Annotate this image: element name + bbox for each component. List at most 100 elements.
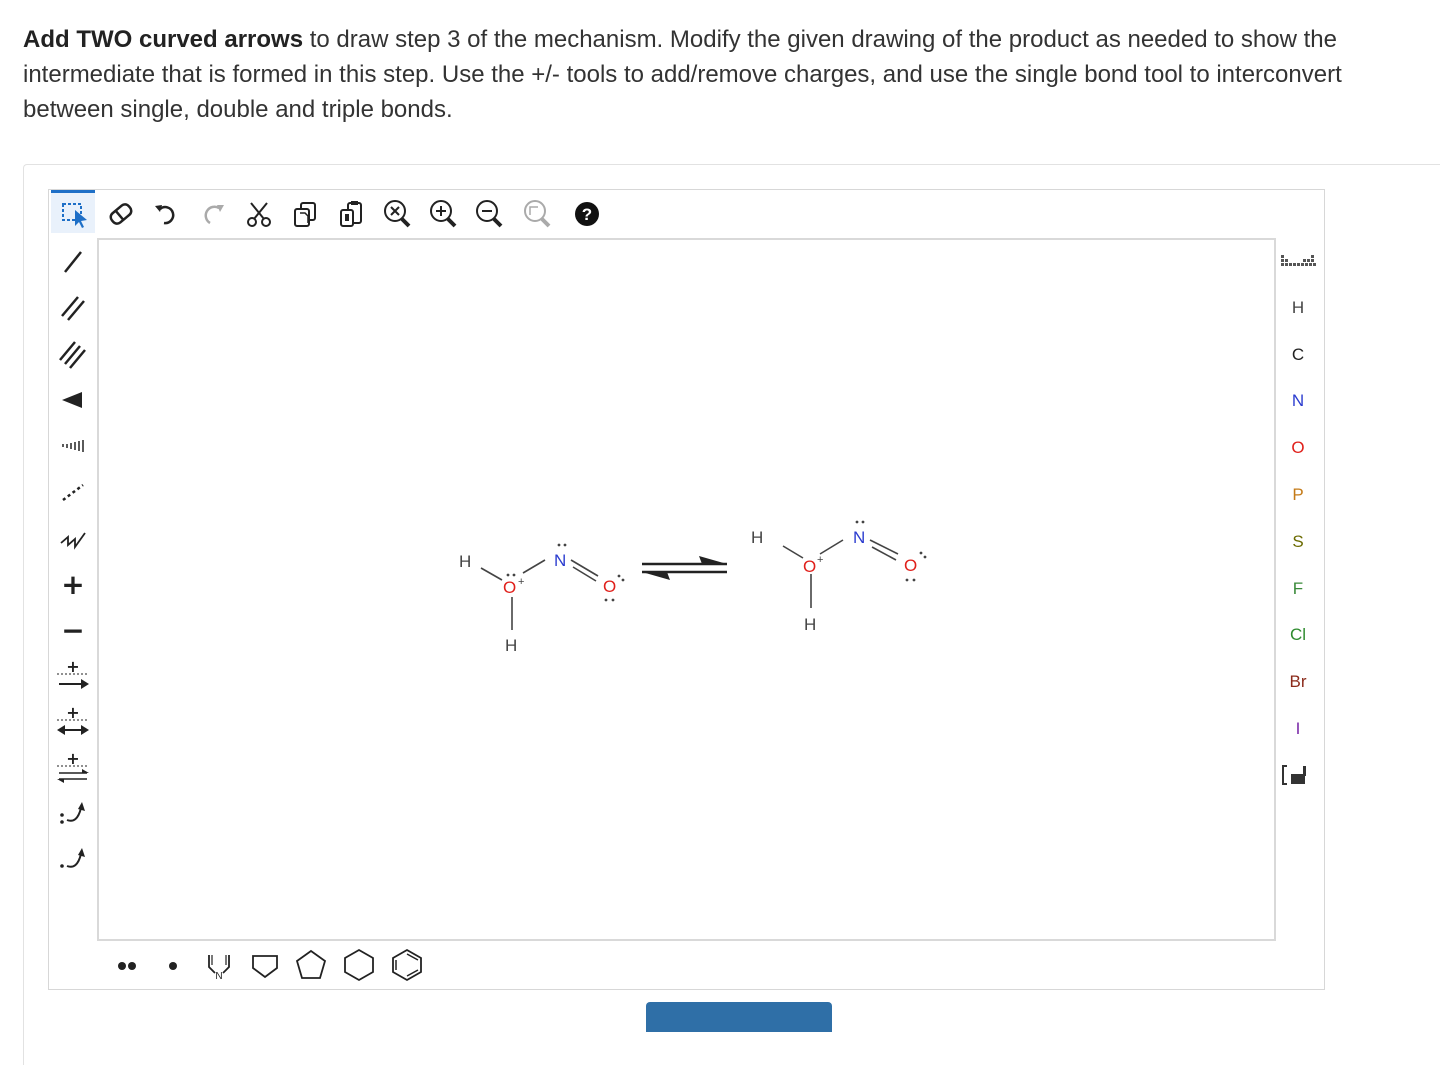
element-i-label: I <box>1295 719 1301 738</box>
element-f-button[interactable]: F <box>1275 574 1321 604</box>
chain-tool-button[interactable] <box>53 518 93 558</box>
element-i-button[interactable]: I <box>1275 714 1321 744</box>
cyclopentane-icon <box>295 949 327 979</box>
cyclobutane-button[interactable] <box>247 945 283 985</box>
periodic-table-button[interactable] <box>1275 246 1321 276</box>
dashed-bond-icon <box>62 484 84 501</box>
instructions-text: Add TWO curved arrows to draw step 3 of … <box>23 22 1418 127</box>
zoom-fit-button[interactable] <box>519 196 555 232</box>
element-f-label: F <box>1292 579 1304 598</box>
element-h-label: H <box>1291 298 1305 317</box>
triple-bond-button[interactable] <box>53 334 93 374</box>
atom-h-top-left: H <box>459 552 471 571</box>
equilibrium-arrow-button[interactable]: + <box>53 748 93 788</box>
benzene-icon <box>392 948 422 982</box>
atom-o-left: O <box>503 578 516 597</box>
minus-icon: − <box>61 613 85 647</box>
double-bond-button[interactable] <box>53 288 93 328</box>
single-electron-arrow-button[interactable] <box>53 840 93 880</box>
atom-o-right: O <box>803 557 816 576</box>
element-c-button[interactable]: C <box>1275 340 1321 370</box>
triple-bond-icon <box>59 341 86 369</box>
atom-h-bottom-right: H <box>804 615 816 634</box>
element-cl-button[interactable]: Cl <box>1275 620 1321 650</box>
lasso-select-button[interactable] <box>51 190 95 233</box>
paste-icon <box>340 201 362 227</box>
hash-bond-button[interactable] <box>53 426 93 466</box>
element-s-button[interactable]: S <box>1275 527 1321 557</box>
pyrrole-ring-icon: N <box>208 955 230 982</box>
wedge-bond-icon <box>62 392 82 408</box>
instructions-bold-lead: Add TWO curved arrows <box>23 26 304 53</box>
redo-button[interactable] <box>195 196 231 232</box>
benzene-button[interactable] <box>389 945 425 985</box>
bottom-toolbar: N <box>109 945 489 985</box>
zoom-in-icon <box>430 200 457 228</box>
eraser-icon <box>109 203 133 225</box>
paste-button[interactable] <box>333 196 369 232</box>
copy-icon <box>294 202 316 227</box>
element-h-button[interactable]: H <box>1275 293 1321 323</box>
element-s-label: S <box>1292 532 1304 551</box>
zoom-reset-button[interactable] <box>379 196 415 232</box>
element-o-button[interactable]: O <box>1275 433 1321 463</box>
cyclohexane-icon <box>344 948 374 982</box>
negative-charge-button[interactable]: − <box>53 610 93 650</box>
resonance-arrow-icon: + <box>57 705 89 735</box>
drawing-canvas[interactable]: H O + N O H H O + N O H <box>97 238 1276 941</box>
top-toolbar: ? <box>49 190 609 236</box>
curved-arrow-pair-icon <box>60 802 85 824</box>
element-cl-label: Cl <box>1289 625 1307 644</box>
double-bond-icon <box>61 296 85 321</box>
molecule-left: H O + N O H <box>459 543 625 655</box>
cyclohexane-button[interactable] <box>341 945 377 985</box>
svg-text:+: + <box>66 659 79 676</box>
single-bond-icon <box>64 251 82 273</box>
submit-button[interactable] <box>646 1002 832 1032</box>
element-n-label: N <box>1291 391 1305 410</box>
element-n-button[interactable]: N <box>1275 386 1321 416</box>
element-p-button[interactable]: P <box>1275 480 1321 510</box>
periodic-table-icon <box>1281 255 1316 266</box>
equilibrium-arrow-icon: + <box>57 751 89 783</box>
wedge-bond-button[interactable] <box>53 380 93 420</box>
bracket-tool-button[interactable] <box>1275 760 1321 790</box>
zoom-out-button[interactable] <box>471 196 507 232</box>
help-icon: ? <box>575 202 599 226</box>
molecule-right: H O + N O H <box>751 520 927 634</box>
bracket-icon <box>1282 765 1306 785</box>
positive-charge-button[interactable]: + <box>53 564 93 604</box>
resonance-arrow-button[interactable]: + <box>53 702 93 742</box>
lone-pair-button[interactable] <box>109 945 145 985</box>
lasso-select-icon <box>62 203 87 228</box>
atom-n-left: N <box>554 551 566 570</box>
zoom-in-button[interactable] <box>425 196 461 232</box>
electron-pair-arrow-button[interactable] <box>53 794 93 834</box>
cyclobutane-icon <box>252 955 278 979</box>
eraser-button[interactable] <box>103 196 139 232</box>
help-button[interactable]: ? <box>569 196 605 232</box>
zoom-reset-icon <box>384 200 411 228</box>
copy-button[interactable] <box>287 196 323 232</box>
undo-button[interactable] <box>149 196 185 232</box>
single-bond-button[interactable] <box>53 242 93 282</box>
redo-icon <box>204 205 224 225</box>
radical-button[interactable] <box>155 945 191 985</box>
chain-icon <box>60 532 86 550</box>
atom-h-bottom-left: H <box>505 636 517 655</box>
cut-button[interactable] <box>241 196 277 232</box>
zoom-out-icon <box>476 200 503 228</box>
reaction-arrow-button[interactable]: + <box>53 656 93 696</box>
dashed-bond-button[interactable] <box>53 472 93 512</box>
element-br-label: Br <box>1289 672 1307 691</box>
plus-icon: + <box>61 567 85 601</box>
pyrrole-ring-button[interactable]: N <box>201 945 237 985</box>
svg-text:?: ? <box>582 205 592 224</box>
element-br-button[interactable]: Br <box>1275 667 1321 697</box>
pyrrole-n-label: N <box>215 971 222 982</box>
left-toolbar: + − + + + <box>49 240 95 890</box>
element-o-label: O <box>1291 438 1305 457</box>
atom-o2-right: O <box>904 556 917 575</box>
atom-h-top-right: H <box>751 528 763 547</box>
cyclopentane-button[interactable] <box>293 945 329 985</box>
